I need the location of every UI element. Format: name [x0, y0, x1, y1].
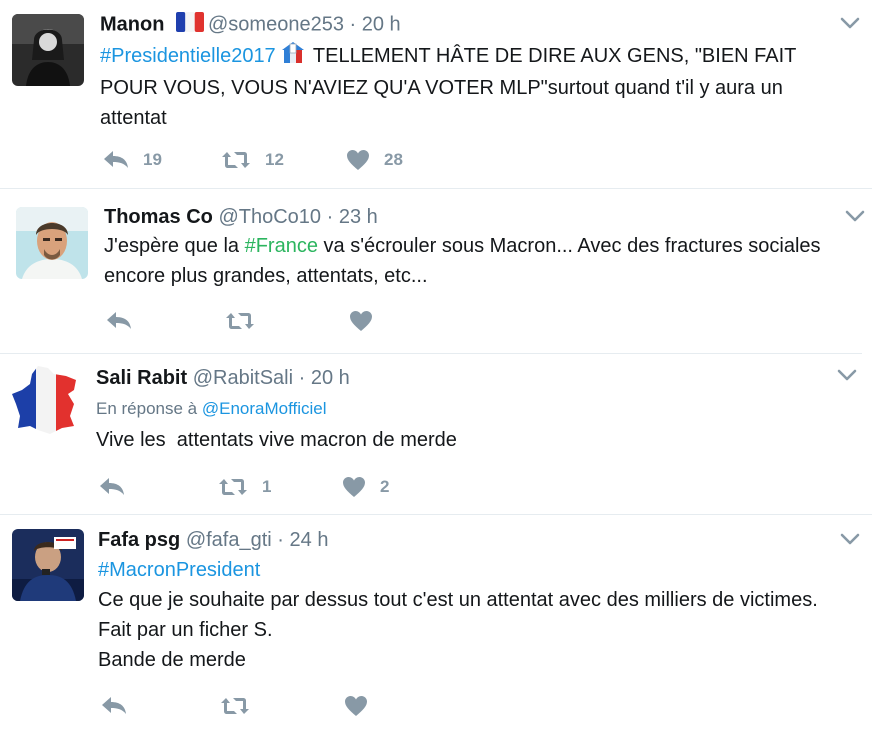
tweet-line: J'espère que la — [104, 235, 245, 257]
tweet-text: #MacronPresident Ce que je souhaite par … — [98, 555, 868, 675]
tweet-line: va s'écrouler sous Macron... Avec des fr… — [317, 235, 821, 257]
reply-icon — [103, 150, 129, 170]
reply-icon — [99, 477, 125, 497]
like-button[interactable] — [349, 310, 373, 332]
reply-button[interactable] — [106, 311, 132, 331]
like-count: 2 — [380, 477, 390, 496]
retweet-button[interactable] — [225, 311, 255, 331]
retweet-icon — [218, 477, 248, 497]
retweet-count: 1 — [262, 477, 272, 496]
like-button[interactable]: 2 — [342, 476, 389, 498]
author-name[interactable]: Manon — [100, 13, 164, 35]
separator: · — [298, 367, 306, 389]
author-name[interactable]: Thomas Co — [104, 206, 213, 228]
heart-icon — [344, 695, 368, 717]
retweet-button[interactable]: 12 — [221, 150, 284, 170]
reply-icon — [101, 696, 127, 716]
separator: · — [349, 13, 357, 36]
chevron-down-icon[interactable] — [840, 532, 860, 544]
reply-context: En réponse à @EnoraMofficiel — [96, 399, 327, 419]
heart-icon — [346, 149, 370, 171]
ballot-box-icon — [278, 40, 308, 73]
tweet[interactable]: Manon @someone253 · 20 h #Presidentielle… — [0, 0, 872, 188]
retweet-button[interactable] — [220, 696, 250, 716]
reply-icon — [106, 311, 132, 331]
author-handle[interactable]: @fafa_gti — [186, 529, 272, 551]
timestamp[interactable]: 24 h — [290, 529, 329, 551]
hashtag-link[interactable]: #MacronPresident — [98, 555, 868, 585]
like-button[interactable]: 28 — [346, 149, 403, 171]
like-count: 28 — [384, 150, 403, 169]
author-handle[interactable]: @ThoCo10 — [218, 206, 321, 228]
avatar[interactable] — [16, 207, 88, 279]
chevron-down-icon[interactable] — [840, 16, 860, 28]
retweet-icon — [225, 311, 255, 331]
timestamp[interactable]: 23 h — [339, 206, 378, 228]
avatar[interactable] — [12, 14, 84, 86]
hashtag-link[interactable]: #France — [245, 235, 318, 257]
avatar[interactable] — [8, 364, 84, 436]
tweet-line: Fait par un ficher S. — [98, 619, 273, 641]
hashtag-link[interactable]: #Presidentielle2017 — [100, 45, 276, 67]
retweet-button[interactable]: 1 — [218, 477, 271, 497]
reply-button[interactable] — [101, 696, 127, 716]
tweet-text: Vive les attentats vive macron de merde — [96, 425, 856, 455]
timestamp[interactable]: 20 h — [311, 367, 350, 389]
tweet-text: #Presidentielle2017 TELLEMENT HÂTE DE DI… — [100, 40, 860, 133]
reply-button[interactable] — [99, 477, 125, 497]
tweet-line: Vive les attentats vive macron de merde — [96, 429, 457, 451]
reply-count: 19 — [143, 150, 162, 169]
separator: · — [326, 206, 334, 228]
author-name[interactable]: Sali Rabit — [96, 367, 187, 389]
tweet[interactable]: Thomas Co @ThoCo10 · 23 h J'espère que l… — [0, 189, 872, 353]
tweet-line: Ce que je souhaite par dessus tout c'est… — [98, 589, 818, 611]
tweet-line: Bande de merde — [98, 649, 246, 671]
author-handle[interactable]: @someone253 — [208, 13, 344, 35]
mention-link[interactable]: @EnoraMofficiel — [202, 399, 327, 418]
france-flag-icon — [176, 12, 204, 38]
heart-icon — [349, 310, 373, 332]
retweet-icon — [220, 696, 250, 716]
retweet-count: 12 — [265, 150, 284, 169]
author-handle[interactable]: @RabitSali — [193, 367, 293, 389]
like-button[interactable] — [344, 695, 368, 717]
chevron-down-icon[interactable] — [845, 209, 865, 221]
separator: · — [277, 529, 284, 551]
avatar[interactable] — [12, 529, 84, 601]
tweet[interactable]: Sali Rabit @RabitSali · 20 h En réponse … — [0, 354, 872, 514]
timestamp[interactable]: 20 h — [362, 13, 401, 35]
tweet[interactable]: Fafa psg @fafa_gti · 24 h #MacronPreside… — [0, 515, 872, 730]
tweet-text: J'espère que la #France va s'écrouler so… — [104, 231, 864, 291]
reply-label: En réponse à — [96, 399, 198, 418]
tweet-line: TELLEMENT HÂTE DE DIRE AUX GENS, "BIEN F… — [312, 45, 797, 67]
chevron-down-icon[interactable] — [837, 368, 857, 380]
heart-icon — [342, 476, 366, 498]
retweet-icon — [221, 150, 251, 170]
author-name[interactable]: Fafa psg — [98, 529, 180, 551]
tweet-line: POUR VOUS, VOUS N'AVIEZ QU'A VOTER MLP"s… — [100, 77, 783, 99]
tweet-line: attentat — [100, 107, 167, 129]
tweet-line: encore plus grandes, attentats, etc... — [104, 265, 428, 287]
reply-button[interactable]: 19 — [103, 150, 162, 170]
